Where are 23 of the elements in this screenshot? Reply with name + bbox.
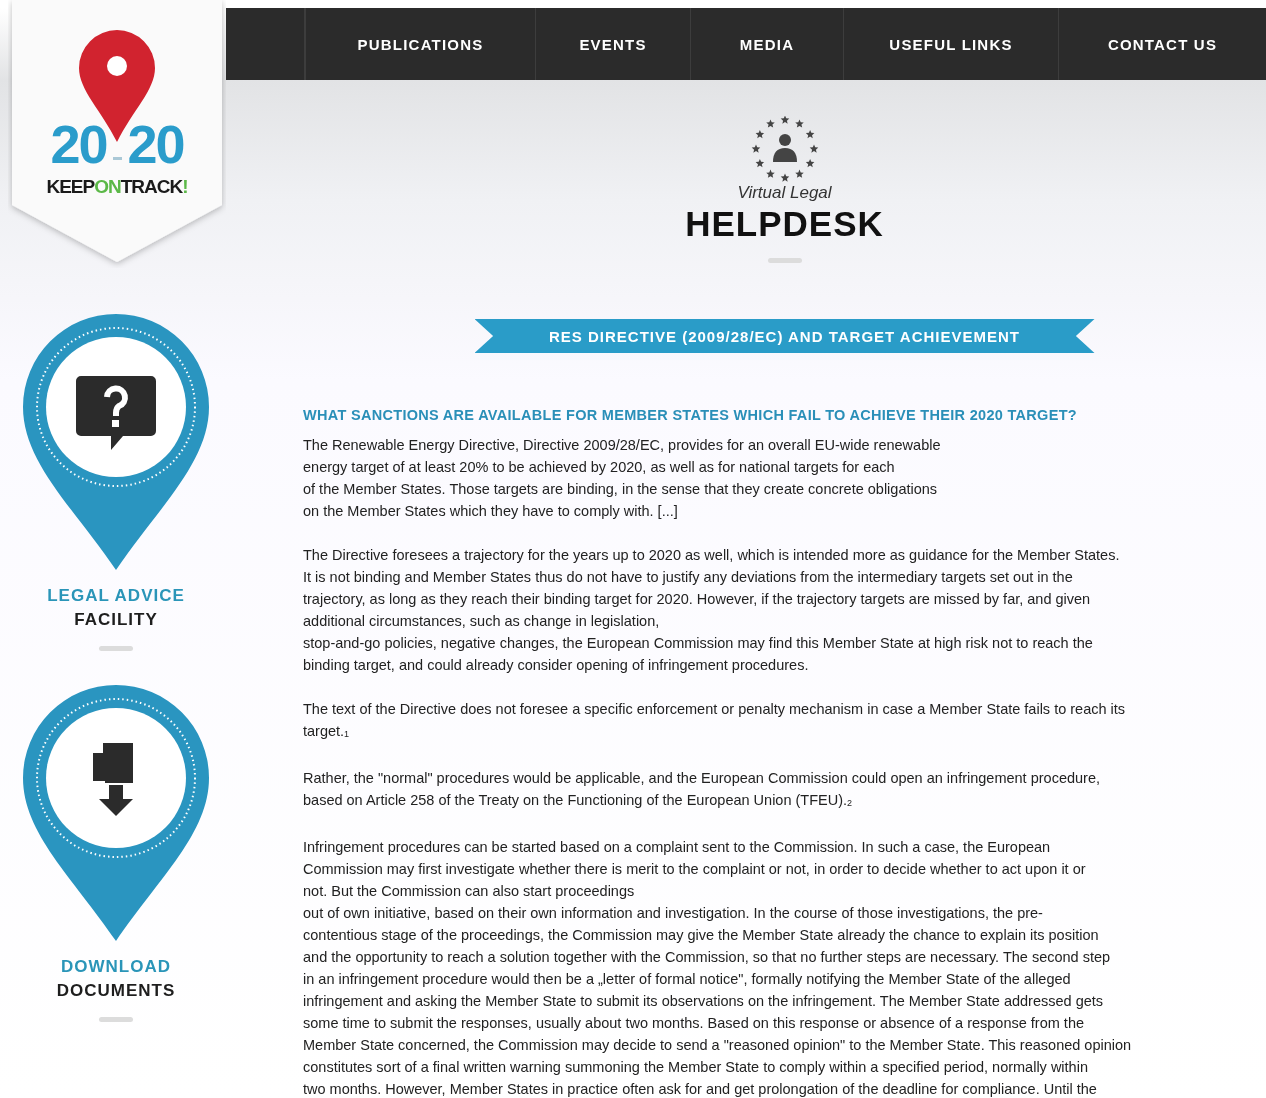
nav-link[interactable]: MEDIA — [690, 8, 843, 80]
paragraph: The Directive foresees a trajectory for the years up to 2020 as well, which is intended more as guidance for the Member States. It is not binding and Member States thus do not have to justify any deviations from the intermediary targets set out in the trajectory, as long as they reach their binding target for 2020. However, if the trajectory targets are missed by far, and given additional circumstances, such as change in legislation, stop-and-go policies, negative changes, the European Commission may find this Member State at high risk not to reach the binding target, and could already consider opening of infringement procedures. — [303, 546, 1121, 675]
question-bubble-icon — [76, 376, 156, 450]
logo-number: 20 — [50, 116, 107, 172]
nav-link[interactable]: PUBLICATIONS — [305, 8, 535, 80]
section-banner: RES DIRECTIVE (2009/28/EC) AND TARGET ACHIEVEMENT — [474, 319, 1095, 353]
logo-number: 20 — [127, 116, 184, 172]
paragraph: The text of the Directive does not foresee a specific enforcement or penalty mechanism in case a Member State fails to reach its target.$_{1}$ — [303, 700, 1127, 741]
paragraph: The Renewable Energy Directive, Directive 2009/28/EC, provides for an overall EU-wide renewable energy target of at least 20% to be achieved by 2020, as well as for national targets for each of the Member States. Those targets are binding, in the sense that they create concrete obligations on the Member States which they have to comply with. [...] — [303, 436, 942, 521]
sidebar-link[interactable]: DOCUMENTS — [56, 979, 176, 1003]
helpdesk-title: HELPDESK — [685, 204, 884, 244]
question-heading: WHAT SANCTIONS ARE AVAILABLE FOR MEMBER STATES WHICH FAIL TO ACHIEVE THEIR 2020 TARGET? — [303, 406, 1078, 425]
helpdesk-subtitle: Virtual Legal — [737, 182, 832, 204]
paragraph: Infringement procedures can be started based on a complaint sent to the Commission. In such a case, the European Commission may first investigate whether there is merit to the complaint or not, in order to decide whether to act upon it or not. But the Commission can also start proceedings out of own initiative, based on their own information and investigation. In the course of those investigations, the pre- contentious stage of the proceedings, the Commission may give the Member State already the chance to explain its position and the opportunity to reach a solution together with the Commission, so that no further steps are necessary. The second step in an infringement procedure would then be a „letter of formal notice", formally notifying the Member State of the alleged infringement and asking the Member State to submit its observations on the infringement. The Member State addressed gets some time to submit the responses, usually about two months. Based on this response or absence of a response from the Member State concerned, the Commission may decide to send a "reasoned opinion" to the Member State. This reasoned opinion constitutes sort of a final written warning summoning the Member State to comply within a specified period, normally within two months. However, Member States in practice often ask for and get prolongation of the deadline for compliance. Until the — [303, 838, 1133, 1098]
location-pin-icon[interactable] — [23, 685, 209, 941]
sidebar-link[interactable]: FACILITY — [74, 608, 158, 632]
location-pin-icon[interactable] — [23, 314, 209, 570]
paragraph: Rather, the "normal" procedures would be applicable, and the European Commission could open an infringement procedure, based on Article 258 of the Treaty on the Functioning of the European Union (TFEU).$_{2}$ — [303, 769, 1101, 810]
nav-link[interactable]: CONTACT US — [1058, 8, 1266, 80]
nav-link[interactable]: EVENTS — [535, 8, 690, 80]
nav-link[interactable]: USEFUL LINKS — [843, 8, 1058, 80]
file-download-icon — [93, 743, 133, 816]
logo-tagline: KEEPONTRACK! — [46, 176, 188, 198]
